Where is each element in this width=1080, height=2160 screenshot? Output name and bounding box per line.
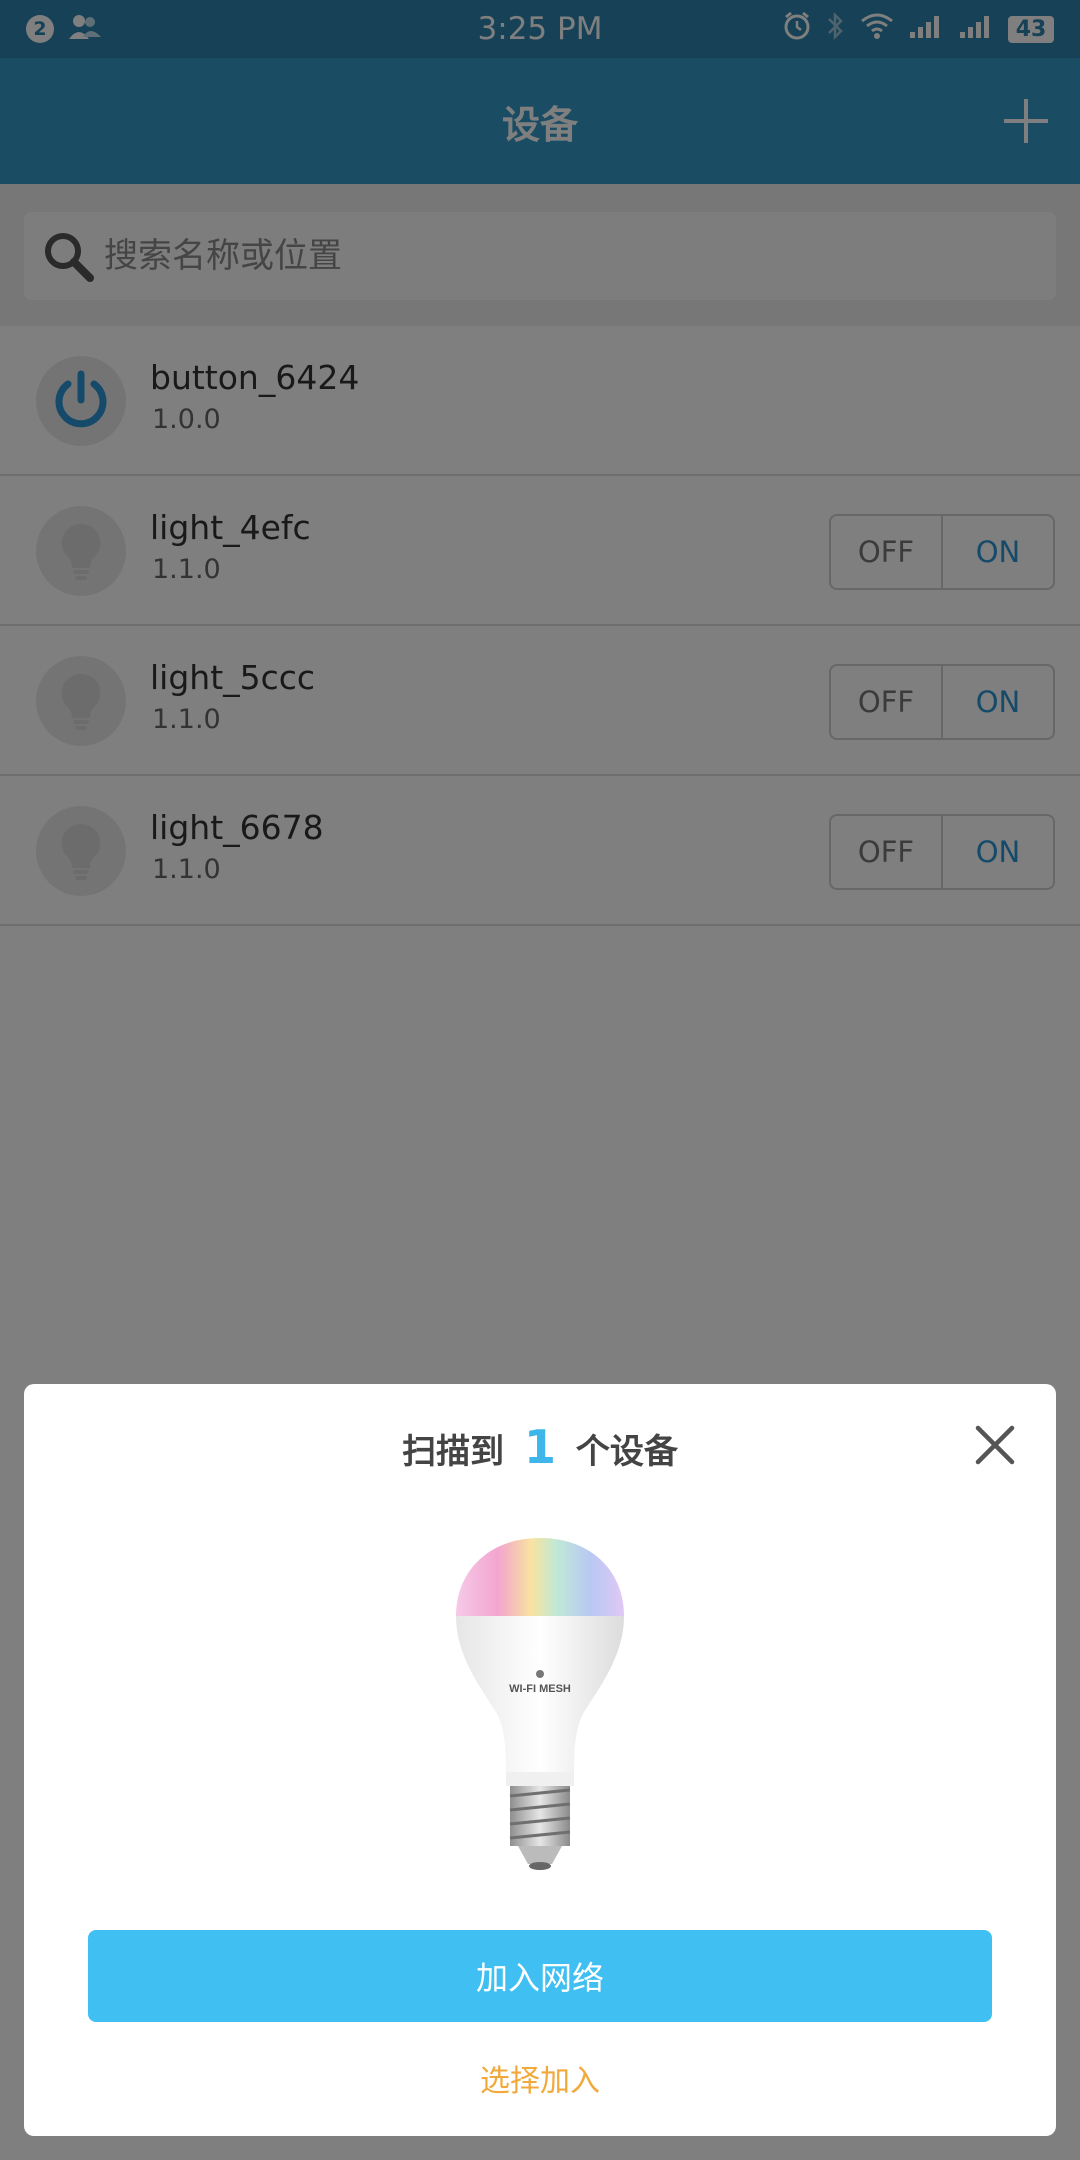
join-network-button[interactable]: 加入网络	[88, 1930, 992, 2022]
device-count: 1	[523, 1420, 556, 1474]
bulb-label: WI-FI MESH	[509, 1683, 571, 1695]
close-icon	[975, 1425, 1015, 1465]
select-join-link[interactable]: 选择加入	[24, 2056, 1056, 2100]
close-button[interactable]	[970, 1420, 1020, 1470]
scan-result-dialog: 扫描到 1 个设备 WI-FI MESH 加入网络 选择加入	[24, 1384, 1056, 2136]
dialog-title-prefix: 扫描到	[402, 1432, 505, 1472]
dialog-title-suffix: 个设备	[575, 1432, 678, 1472]
dialog-title: 扫描到 1 个设备	[24, 1420, 1056, 1474]
lightbulb-product-image: WI-FI MESH	[456, 1538, 624, 1870]
